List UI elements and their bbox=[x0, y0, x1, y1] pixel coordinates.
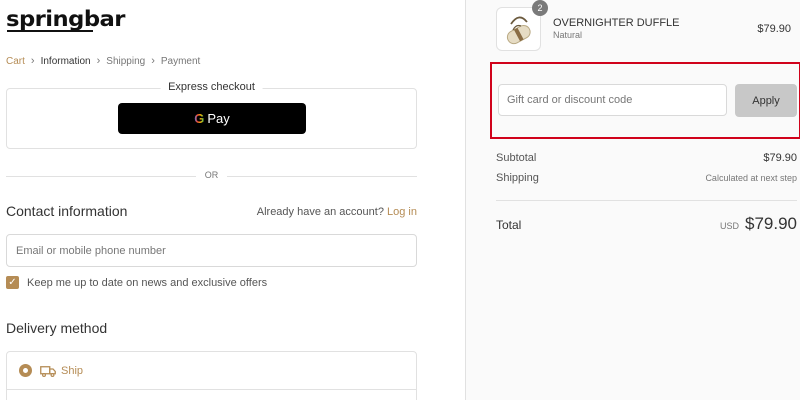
or-text: OR bbox=[204, 170, 219, 180]
truck-icon bbox=[40, 365, 56, 377]
chevron-right-icon: › bbox=[151, 55, 155, 67]
login-prompt: Already have an account? Log in bbox=[257, 206, 417, 218]
google-pay-label: Pay bbox=[207, 111, 230, 126]
subtotal-label: Subtotal bbox=[496, 152, 537, 164]
newsletter-label: Keep me up to date on news and exclusive… bbox=[27, 276, 268, 289]
quantity-badge: 2 bbox=[532, 0, 548, 16]
summary-divider bbox=[496, 200, 797, 201]
newsletter-checkbox[interactable]: ✓ bbox=[6, 276, 19, 289]
subtotal-row: Subtotal $79.90 bbox=[496, 152, 797, 164]
total-label: Total bbox=[496, 218, 522, 232]
total-value: $79.90 bbox=[745, 214, 797, 233]
or-divider: OR bbox=[6, 170, 417, 182]
google-logo-icon: G bbox=[194, 111, 205, 126]
delivery-heading: Delivery method bbox=[6, 320, 108, 336]
breadcrumb-shipping: Shipping bbox=[106, 55, 146, 67]
google-pay-button[interactable]: G Pay bbox=[118, 103, 306, 134]
express-checkout-title: Express checkout bbox=[160, 81, 263, 93]
delivery-options: Ship bbox=[6, 351, 417, 400]
login-link[interactable]: Log in bbox=[387, 206, 417, 218]
logo-underline bbox=[7, 30, 93, 32]
chevron-right-icon: › bbox=[96, 55, 101, 67]
brand-logo[interactable]: springbar bbox=[6, 7, 125, 31]
order-summary: 2 OVERNIGHTER DUFFLE Natural $79.90 Appl… bbox=[465, 0, 800, 400]
currency-code: USD bbox=[719, 221, 739, 231]
divider-line bbox=[227, 176, 417, 177]
apply-button[interactable]: Apply bbox=[735, 84, 797, 117]
breadcrumb: Cart › Information › Shipping › Payment bbox=[6, 55, 200, 67]
breadcrumb-payment: Payment bbox=[160, 55, 201, 67]
email-field bbox=[6, 234, 417, 267]
subtotal-value: $79.90 bbox=[763, 152, 797, 164]
newsletter-option[interactable]: ✓ Keep me up to date on news and exclusi… bbox=[6, 276, 267, 289]
breadcrumb-information: Information bbox=[40, 55, 91, 67]
contact-heading: Contact information bbox=[6, 203, 128, 219]
shipping-row: Shipping Calculated at next step bbox=[496, 172, 797, 184]
chevron-right-icon: › bbox=[30, 55, 35, 67]
product-name: OVERNIGHTER DUFFLE bbox=[553, 17, 680, 29]
discount-highlight: Apply bbox=[490, 62, 800, 139]
product-price: $79.90 bbox=[757, 23, 791, 35]
product-thumbnail: 2 bbox=[496, 0, 548, 51]
discount-field bbox=[498, 84, 727, 116]
login-prompt-text: Already have an account? bbox=[256, 206, 384, 218]
delivery-option-ship[interactable]: Ship bbox=[7, 352, 416, 390]
breadcrumb-cart[interactable]: Cart bbox=[6, 56, 25, 67]
divider-line bbox=[6, 176, 196, 177]
shipping-label: Shipping bbox=[496, 172, 539, 184]
ship-label: Ship bbox=[61, 364, 84, 377]
product-variant: Natural bbox=[553, 30, 583, 40]
discount-input[interactable] bbox=[499, 85, 726, 115]
shipping-value: Calculated at next step bbox=[705, 173, 797, 183]
order-item: 2 OVERNIGHTER DUFFLE Natural $79.90 bbox=[496, 0, 796, 51]
express-checkout: Express checkout G Pay bbox=[6, 81, 417, 149]
email-input[interactable] bbox=[7, 235, 416, 266]
ship-radio[interactable] bbox=[19, 364, 32, 377]
checkout-main: springbar Cart › Information › Shipping … bbox=[0, 0, 465, 400]
